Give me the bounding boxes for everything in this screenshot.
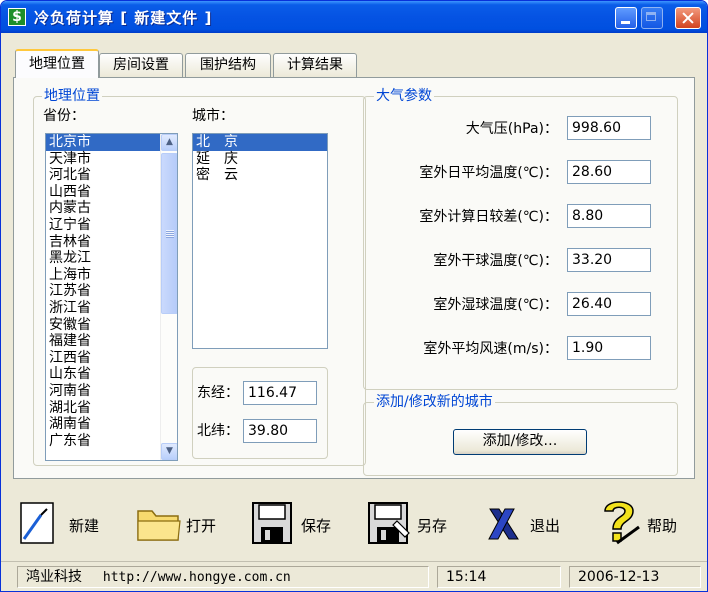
scroll-up-button[interactable]: ▲ (161, 134, 177, 151)
daily-range-field[interactable]: 8.80 (567, 204, 651, 228)
province-item[interactable]: 山东省 (46, 366, 177, 383)
pressure-label: 大气压(hPa)： (465, 121, 558, 137)
add-edit-city-button[interactable]: 添加/修改… (453, 429, 587, 455)
province-item[interactable]: 山西省 (46, 184, 177, 201)
province-item[interactable]: 黑龙江 (46, 250, 177, 267)
app-icon[interactable]: $ (8, 8, 26, 26)
province-item[interactable]: 吉林省 (46, 234, 177, 251)
tab-room-settings[interactable]: 房间设置 (99, 53, 183, 77)
help-label: 帮助 (647, 517, 678, 535)
province-list[interactable]: 北京市 天津市 河北省 山西省 内蒙古 辽宁省 吉林省 黑龙江 上海市 江苏省 … (45, 133, 178, 461)
city-edit-group-title: 添加/修改新的城市 (374, 393, 495, 411)
help-button[interactable]: 帮助 (597, 497, 697, 553)
exit-x-icon (488, 508, 519, 540)
daily-mean-temp-label: 室外日平均温度(℃)： (419, 165, 558, 181)
tab-envelope[interactable]: 围护结构 (185, 53, 271, 77)
wind-speed-label: 室外平均风速(m/s)： (423, 341, 558, 357)
city-item[interactable]: 延 庆 (193, 151, 327, 168)
tab-panel-location: 地理位置 省份： 城市： 北京市 天津市 河北省 山西省 内蒙古 辽宁省 吉林省… (13, 77, 695, 479)
location-group: 地理位置 省份： 城市： 北京市 天津市 河北省 山西省 内蒙古 辽宁省 吉林省… (33, 87, 366, 466)
latitude-label: 北纬： (197, 423, 239, 439)
save-button[interactable]: 保存 (251, 497, 341, 553)
minimize-button[interactable] (615, 7, 637, 29)
close-button[interactable] (675, 7, 701, 29)
floppy-disk-icon (252, 502, 292, 544)
province-item[interactable]: 江苏省 (46, 283, 177, 300)
status-time: 15:14 (437, 566, 561, 588)
open-label: 打开 (186, 517, 217, 535)
location-group-title: 地理位置 (42, 87, 102, 105)
grip-icon (166, 230, 174, 238)
longitude-label: 东经： (197, 385, 239, 401)
city-item[interactable]: 密 云 (193, 167, 327, 184)
new-label: 新建 (69, 517, 100, 535)
new-button[interactable]: 新建 (19, 497, 109, 553)
city-item[interactable]: 北 京 (193, 134, 327, 151)
tab-results[interactable]: 计算结果 (273, 53, 357, 77)
status-bar: 鸿业科技 http://www.hongye.com.cn 15:14 2006… (1, 561, 707, 591)
latitude-field[interactable]: 39.80 (243, 419, 317, 443)
province-item[interactable]: 江西省 (46, 350, 177, 367)
atmosphere-group: 大气参数 大气压(hPa)： 998.60 室外日平均温度(℃)： 28.60 … (363, 87, 678, 390)
province-label: 省份： (43, 108, 85, 124)
exit-label: 退出 (530, 517, 561, 535)
pressure-field[interactable]: 998.60 (567, 116, 651, 140)
daily-mean-temp-field[interactable]: 28.60 (567, 160, 651, 184)
province-item[interactable]: 上海市 (46, 267, 177, 284)
status-info-panel: 鸿业科技 http://www.hongye.com.cn (17, 566, 429, 588)
province-item[interactable]: 安徽省 (46, 317, 177, 334)
wet-bulb-field[interactable]: 26.40 (567, 292, 651, 316)
city-label: 城市： (192, 108, 234, 124)
window-title: 冷负荷计算 [ 新建文件 ] (34, 9, 213, 27)
province-item[interactable]: 北京市 (46, 134, 177, 151)
province-item[interactable]: 内蒙古 (46, 200, 177, 217)
province-item[interactable]: 浙江省 (46, 300, 177, 317)
status-date: 2006-12-13 (569, 566, 701, 588)
company-name: 鸿业科技 (26, 569, 82, 585)
province-item[interactable]: 广东省 (46, 433, 177, 450)
tab-location[interactable]: 地理位置 (15, 49, 99, 78)
atmosphere-group-title: 大气参数 (374, 87, 434, 105)
province-item[interactable]: 河南省 (46, 383, 177, 400)
dry-bulb-field[interactable]: 33.20 (567, 248, 651, 272)
daily-range-label: 室外计算日较差(℃)： (419, 209, 558, 225)
province-item[interactable]: 天津市 (46, 151, 177, 168)
save-as-button[interactable]: 另存 (367, 497, 457, 553)
province-item[interactable]: 辽宁省 (46, 217, 177, 234)
company-url[interactable]: http://www.hongye.com.cn (103, 570, 291, 585)
scroll-down-button[interactable]: ▼ (161, 443, 177, 460)
app-window: $ 冷负荷计算 [ 新建文件 ] 地理位置 房间设置 围护结构 计算结果 地理位… (0, 0, 708, 592)
scroll-thumb[interactable] (161, 153, 177, 314)
province-scrollbar[interactable]: ▲ ▼ (160, 134, 177, 460)
coordinates-group: 东经： 116.47 北纬： 39.80 (192, 367, 328, 459)
longitude-field[interactable]: 116.47 (243, 381, 317, 405)
province-item[interactable]: 河北省 (46, 167, 177, 184)
maximize-button[interactable] (641, 7, 663, 29)
new-file-icon (20, 502, 54, 544)
province-item[interactable]: 湖南省 (46, 416, 177, 433)
province-item[interactable]: 福建省 (46, 333, 177, 350)
wind-speed-field[interactable]: 1.90 (567, 336, 651, 360)
wet-bulb-label: 室外湿球温度(℃)： (433, 297, 558, 313)
city-list[interactable]: 北 京 延 庆 密 云 (192, 133, 328, 349)
open-button[interactable]: 打开 (136, 497, 226, 553)
save-as-label: 另存 (417, 517, 448, 535)
dry-bulb-label: 室外干球温度(℃)： (433, 253, 558, 269)
help-question-icon (604, 501, 640, 545)
province-item[interactable]: 湖北省 (46, 400, 177, 417)
city-edit-group: 添加/修改新的城市 添加/修改… (363, 393, 678, 476)
folder-icon (137, 510, 181, 541)
title-bar[interactable]: $ 冷负荷计算 [ 新建文件 ] (1, 1, 707, 33)
exit-button[interactable]: 退出 (487, 497, 577, 553)
save-as-icon (368, 502, 410, 544)
save-label: 保存 (301, 517, 332, 535)
